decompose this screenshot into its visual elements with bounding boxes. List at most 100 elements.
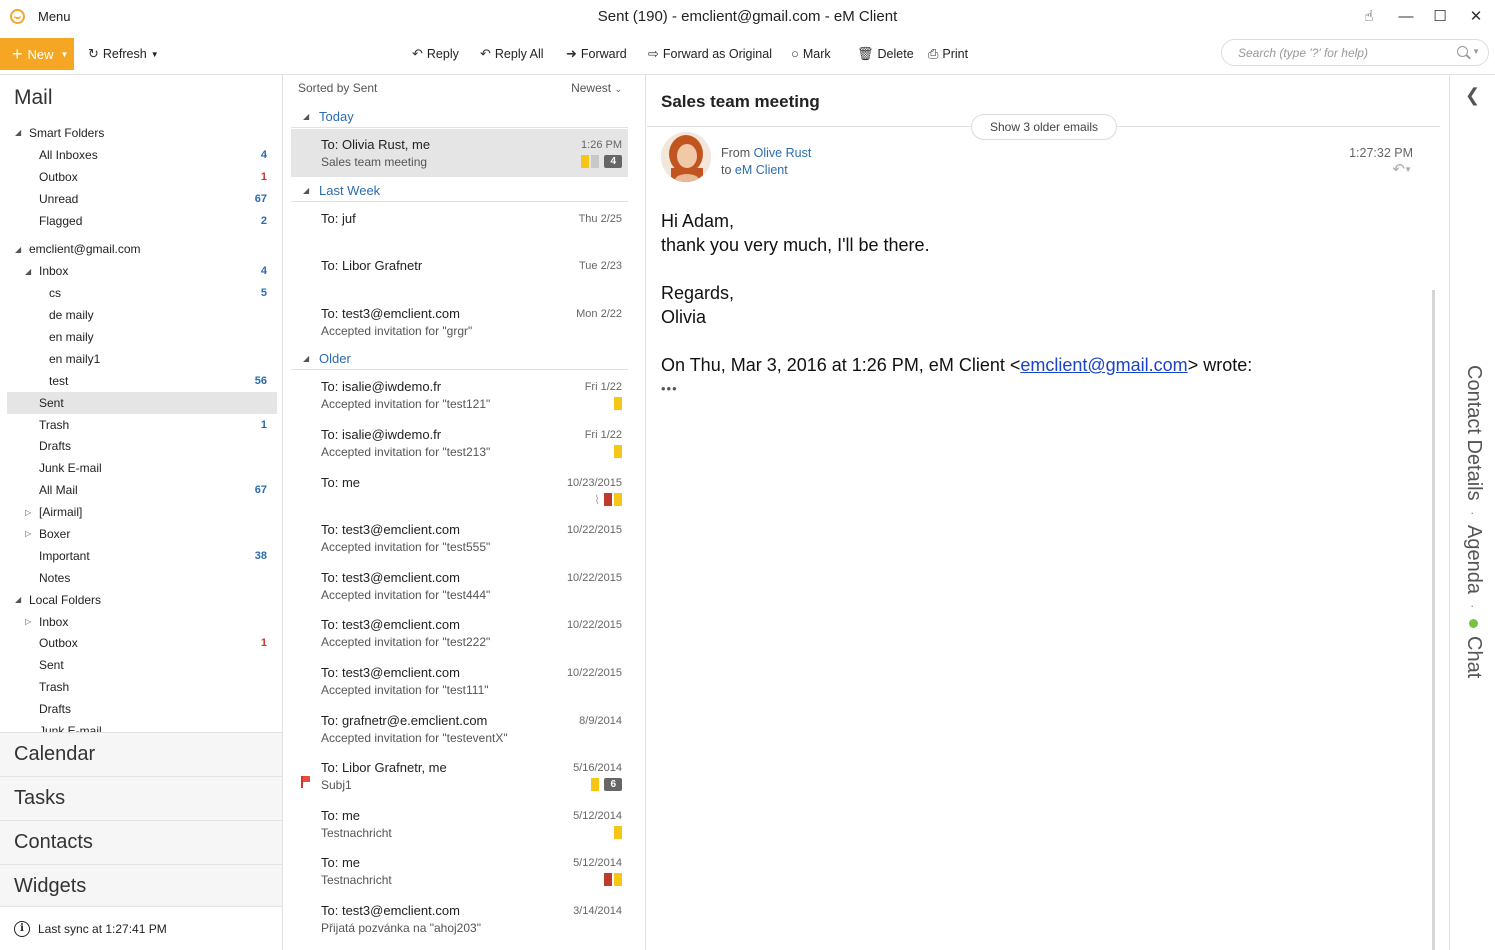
message-tags [604, 873, 622, 887]
list-item[interactable]: To: Libor Grafnetr, me Subj1 5/16/2014 6 [291, 752, 628, 800]
avatar[interactable] [661, 132, 711, 182]
sidebar-folder[interactable]: en maily1 [7, 348, 277, 370]
list-item[interactable]: To: juf Thu 2/25 [291, 203, 628, 251]
sidebar-folder[interactable]: ▷ Boxer [7, 523, 277, 545]
sidebar-folder[interactable]: ▷ [Airmail] [7, 501, 277, 523]
search-input[interactable]: Search (type '?' for help) ▼ [1221, 39, 1489, 66]
chevron-down-icon[interactable]: ▼ [1404, 165, 1412, 174]
sidebar-folder[interactable]: ◢ emclient@gmail.com [7, 238, 277, 260]
sidebar-folder[interactable]: Sent [7, 654, 277, 676]
folder-label: de maily [49, 308, 94, 323]
collapsed-arrow-icon[interactable]: ▷ [25, 529, 31, 538]
collapsed-arrow-icon[interactable]: ▷ [25, 617, 31, 626]
list-item[interactable]: To: test3@emclient.com Přijatá pozvánka n… [291, 895, 628, 943]
delete-button[interactable]: 🗑 Delete [857, 46, 914, 62]
nav-contacts[interactable]: Contacts [0, 820, 282, 864]
reply-button[interactable]: ↶ Reply [412, 46, 459, 62]
tab-contact-details[interactable]: Contact Details [1462, 365, 1485, 501]
sidebar-folder[interactable]: de maily [7, 304, 277, 326]
thread-count-badge[interactable]: 6 [604, 778, 622, 792]
thread-count-badge[interactable]: 4 [604, 155, 622, 168]
sidebar-folder[interactable]: cs 5 [7, 282, 277, 304]
chevron-down-icon[interactable]: ▼ [1472, 47, 1480, 56]
list-item[interactable]: To: Olivia Rust, me Sales team meeting 1:2… [291, 129, 628, 177]
new-button[interactable]: + New ▼ [0, 38, 74, 70]
list-item[interactable]: To: isalie@iwdemo.fr Accepted invitation … [291, 419, 628, 467]
list-item[interactable]: To: me Testnachricht 5/12/2014 [291, 847, 628, 895]
list-item[interactable]: To: isalie@iwdemo.fr Accepted invitation … [291, 371, 628, 419]
expanded-arrow-icon[interactable]: ◢ [15, 128, 21, 137]
recipient-link[interactable]: eM Client [735, 163, 788, 177]
chevron-down-icon: ▼ [150, 49, 159, 59]
sidebar-folder[interactable]: Junk E-mail [7, 720, 277, 732]
sidebar-folder[interactable]: All Mail 67 [7, 479, 277, 501]
rail-separator: · [1465, 510, 1482, 516]
expanded-arrow-icon[interactable]: ◢ [25, 267, 31, 276]
sidebar-folder[interactable]: Trash [7, 676, 277, 698]
folder-label: All Mail [39, 483, 78, 498]
message-recipient: To: test3@emclient.com [321, 305, 460, 321]
nav-tasks[interactable]: Tasks [0, 776, 282, 820]
list-item[interactable]: To: test3@emclient.com Accepted invitatio… [291, 298, 628, 346]
forward-button[interactable]: ➜ Forward [566, 46, 627, 62]
unread-count-badge: 5 [260, 287, 267, 300]
collapsed-arrow-icon[interactable]: ▷ [25, 508, 31, 517]
list-item[interactable]: To: test3@emclient.com Accepted invitatio… [291, 657, 628, 705]
list-item[interactable]: To: Libor Grafnetr Tue 2/23 [291, 250, 628, 298]
print-button[interactable]: ⎙ Print [928, 46, 968, 62]
sidebar-folder[interactable]: Drafts [7, 698, 277, 720]
sidebar-folder[interactable]: Outbox 1 [7, 632, 277, 654]
expanded-arrow-icon[interactable]: ◢ [15, 595, 21, 604]
search-icon[interactable] [1457, 46, 1468, 57]
refresh-button[interactable]: ↻ Refresh ▼ [88, 46, 159, 62]
list-item[interactable]: To: test3@emclient.com Accepted invitatio… [291, 609, 628, 657]
touch-mode-icon[interactable]: ☝ [1359, 6, 1379, 26]
expanded-arrow-icon[interactable]: ◢ [15, 245, 21, 254]
scrollbar[interactable] [1432, 290, 1435, 950]
nav-calendar[interactable]: Calendar [0, 732, 282, 776]
message-group-header[interactable]: ◢ Last Week [291, 180, 628, 202]
sidebar-folder[interactable]: test 56 [7, 370, 277, 392]
to-line: to eM Client [721, 163, 788, 177]
minimize-button[interactable]: — [1396, 6, 1416, 26]
sidebar-folder[interactable]: en maily [7, 326, 277, 348]
message-subject: Accepted invitation for "grgr" [321, 323, 473, 338]
sidebar-folder[interactable]: ▷ Inbox [7, 611, 277, 633]
chevron-left-icon[interactable]: ❮ [1465, 85, 1480, 106]
sidebar-folder[interactable]: Trash 1 [7, 414, 277, 436]
list-item[interactable]: To: grafnetr@e.emclient.com Accepted invi… [291, 705, 628, 753]
tab-agenda[interactable]: Agenda [1462, 525, 1485, 594]
tab-chat[interactable]: Chat [1462, 618, 1485, 678]
sender-link[interactable]: Olive Rust [754, 146, 812, 160]
nav-widgets[interactable]: Widgets [0, 864, 282, 908]
sidebar-folder[interactable]: Junk E-mail [7, 457, 277, 479]
sidebar-folder[interactable]: ◢ Local Folders [7, 589, 277, 611]
sidebar-folder[interactable]: Drafts [7, 435, 277, 457]
mark-button[interactable]: ○ Mark [791, 46, 831, 61]
show-quoted-text-button[interactable]: ••• [661, 377, 1252, 401]
show-older-emails-button[interactable]: Show 3 older emails [971, 114, 1117, 140]
sidebar-folder[interactable]: Notes [7, 567, 277, 589]
list-item[interactable]: To: test3@emclient.com Accepted invitatio… [291, 514, 628, 562]
sidebar-folder[interactable]: ◢ Smart Folders [7, 122, 277, 144]
sidebar-folder[interactable]: Flagged 2 [7, 210, 277, 232]
message-group-header[interactable]: ◢ Today [291, 106, 628, 128]
maximize-button[interactable]: ☐ [1430, 6, 1450, 26]
sidebar-folder[interactable]: Unread 67 [7, 188, 277, 210]
message-group-header[interactable]: ◢ Older [291, 348, 628, 371]
sidebar-folder[interactable]: Important 38 [7, 545, 277, 567]
close-button[interactable]: ✕ [1466, 6, 1486, 26]
list-item[interactable]: To: test3@emclient.com Accepted invitatio… [291, 562, 628, 610]
forward-as-original-button[interactable]: ⇨ Forward as Original [648, 46, 772, 62]
sidebar-folder[interactable]: ◢ Inbox 4 [7, 260, 277, 282]
sort-by-button[interactable]: Sorted by Sent [298, 81, 377, 95]
sidebar-folder[interactable]: Outbox 1 [7, 166, 277, 188]
list-item[interactable]: To: me Testnachricht 5/12/2014 [291, 800, 628, 848]
sidebar-folder[interactable]: Sent [7, 391, 277, 414]
quote-email-link[interactable]: emclient@gmail.com [1020, 355, 1187, 375]
reply-all-button[interactable]: ↶ Reply All [480, 46, 544, 62]
sidebar-folder[interactable]: All Inboxes 4 [7, 144, 277, 166]
list-item[interactable]: To: me 10/23/2015 ⌇ [291, 467, 628, 515]
flag-icon[interactable] [301, 776, 310, 789]
sort-order-button[interactable]: Newest ⌄ [571, 81, 622, 95]
